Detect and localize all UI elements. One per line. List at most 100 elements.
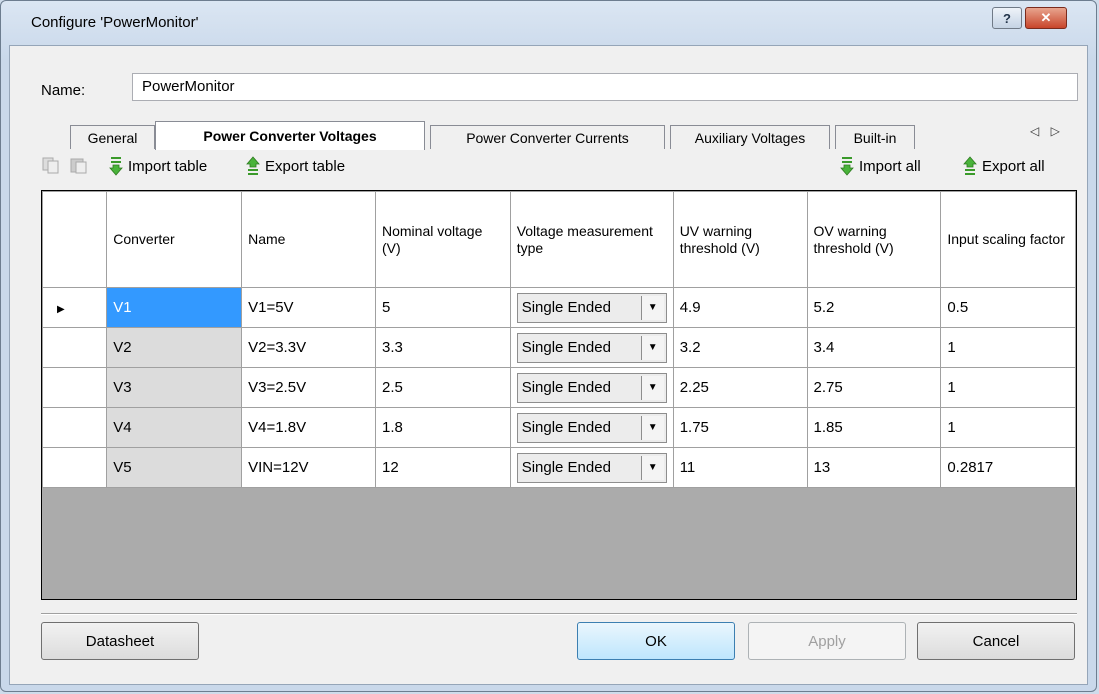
converter-cell[interactable]: V3 xyxy=(106,367,243,408)
chevron-down-icon[interactable]: ▼ xyxy=(640,375,664,400)
voltages-grid[interactable]: Converter Name Nominal voltage (V) Volta… xyxy=(41,190,1077,600)
row-header-current[interactable]: ▶ xyxy=(42,287,108,328)
meas-type-dropdown[interactable]: Single Ended ▼ xyxy=(516,292,667,323)
export-table-button[interactable]: Export table xyxy=(246,156,345,176)
title-bar: Configure 'PowerMonitor' ? ✕ xyxy=(1,1,1096,45)
nominal-cell[interactable]: 3.3 xyxy=(374,327,511,368)
table-row[interactable]: ▶ V1 V1=5V 5 Single Ended ▼ 4.9 5.2 0.5 xyxy=(42,287,1076,328)
ov-cell[interactable]: 5.2 xyxy=(806,287,942,328)
meas-type-cell[interactable]: Single Ended ▼ xyxy=(509,407,674,448)
col-header-nominal[interactable]: Nominal voltage (V) xyxy=(374,191,511,288)
meas-type-dropdown[interactable]: Single Ended ▼ xyxy=(516,332,667,363)
table-row[interactable]: V2 V2=3.3V 3.3 Single Ended ▼ 3.2 3.4 1 xyxy=(42,327,1076,368)
copy-button[interactable] xyxy=(41,156,61,174)
datasheet-button[interactable]: Datasheet xyxy=(41,622,199,660)
paste-button[interactable] xyxy=(69,156,89,174)
table-row[interactable]: V5 VIN=12V 12 Single Ended ▼ 11 13 0.2817 xyxy=(42,447,1076,488)
cancel-button[interactable]: Cancel xyxy=(917,622,1075,660)
meas-type-value: Single Ended xyxy=(521,459,611,476)
export-arrow-icon xyxy=(246,156,260,175)
uv-cell[interactable]: 3.2 xyxy=(672,327,808,368)
name-label: Name: xyxy=(41,82,86,99)
uv-cell[interactable]: 4.9 xyxy=(672,287,808,328)
close-button[interactable]: ✕ xyxy=(1025,7,1067,29)
export-all-label: Export all xyxy=(982,157,1045,175)
nominal-cell[interactable]: 12 xyxy=(374,447,511,488)
meas-type-cell[interactable]: Single Ended ▼ xyxy=(509,367,674,408)
meas-type-value: Single Ended xyxy=(521,299,611,316)
meas-type-value: Single Ended xyxy=(521,339,611,356)
name-cell[interactable]: V4=1.8V xyxy=(241,407,376,448)
converter-cell[interactable]: V4 xyxy=(106,407,243,448)
converter-cell[interactable]: V2 xyxy=(106,327,243,368)
meas-type-dropdown[interactable]: Single Ended ▼ xyxy=(516,452,667,483)
scaling-cell[interactable]: 1 xyxy=(940,367,1076,408)
col-header-converter[interactable]: Converter xyxy=(106,191,243,288)
name-cell[interactable]: V1=5V xyxy=(241,287,376,328)
table-row[interactable]: V4 V4=1.8V 1.8 Single Ended ▼ 1.75 1.85 1 xyxy=(42,407,1076,448)
tab-general[interactable]: General xyxy=(70,125,155,149)
apply-button[interactable]: Apply xyxy=(748,622,906,660)
import-all-button[interactable]: Import all xyxy=(840,156,921,176)
export-table-label: Export table xyxy=(265,157,346,175)
nominal-cell[interactable]: 5 xyxy=(374,287,511,328)
nominal-cell[interactable]: 1.8 xyxy=(374,407,511,448)
meas-type-value: Single Ended xyxy=(521,379,611,396)
col-header-uv[interactable]: UV warning threshold (V) xyxy=(672,191,808,288)
export-all-arrow-icon xyxy=(963,156,977,175)
meas-type-cell[interactable]: Single Ended ▼ xyxy=(509,327,674,368)
name-cell[interactable]: V3=2.5V xyxy=(241,367,376,408)
tab-power-converter-voltages[interactable]: Power Converter Voltages xyxy=(155,121,425,150)
ok-button[interactable]: OK xyxy=(577,622,735,660)
tab-scroll-arrows[interactable]: ◁ ▷ xyxy=(1030,124,1064,138)
meas-type-dropdown[interactable]: Single Ended ▼ xyxy=(516,372,667,403)
table-row[interactable]: V3 V3=2.5V 2.5 Single Ended ▼ 2.25 2.75 1 xyxy=(42,367,1076,408)
name-cell[interactable]: V2=3.3V xyxy=(241,327,376,368)
uv-cell[interactable]: 11 xyxy=(672,447,808,488)
scaling-cell[interactable]: 1 xyxy=(940,407,1076,448)
corner-header xyxy=(42,191,108,288)
uv-cell[interactable]: 1.75 xyxy=(672,407,808,448)
scaling-cell[interactable]: 1 xyxy=(940,327,1076,368)
tab-power-converter-currents[interactable]: Power Converter Currents xyxy=(430,125,665,149)
ov-cell[interactable]: 13 xyxy=(806,447,942,488)
col-header-ov[interactable]: OV warning threshold (V) xyxy=(806,191,942,288)
meas-type-dropdown[interactable]: Single Ended ▼ xyxy=(516,412,667,443)
col-header-scaling[interactable]: Input scaling factor xyxy=(940,191,1076,288)
toolbar: Import table Export table Import all Exp… xyxy=(41,152,1081,186)
import-table-button[interactable]: Import table xyxy=(109,156,207,176)
ov-cell[interactable]: 3.4 xyxy=(806,327,942,368)
ov-cell[interactable]: 2.75 xyxy=(806,367,942,408)
name-cell[interactable]: VIN=12V xyxy=(241,447,376,488)
converter-cell[interactable]: V1 xyxy=(106,287,243,328)
chevron-down-icon[interactable]: ▼ xyxy=(640,455,664,480)
row-header[interactable] xyxy=(42,407,108,448)
col-header-name[interactable]: Name xyxy=(241,191,376,288)
name-input[interactable]: PowerMonitor xyxy=(132,73,1078,101)
tab-auxiliary-voltages[interactable]: Auxiliary Voltages xyxy=(670,125,830,149)
help-button[interactable]: ? xyxy=(992,7,1022,29)
chevron-down-icon[interactable]: ▼ xyxy=(640,415,664,440)
ov-cell[interactable]: 1.85 xyxy=(806,407,942,448)
col-header-meas-type[interactable]: Voltage measurement type xyxy=(509,191,674,288)
meas-type-cell[interactable]: Single Ended ▼ xyxy=(509,287,674,328)
chevron-down-icon[interactable]: ▼ xyxy=(640,335,664,360)
current-row-icon: ▶ xyxy=(57,304,65,315)
nominal-cell[interactable]: 2.5 xyxy=(374,367,511,408)
row-header[interactable] xyxy=(42,367,108,408)
divider xyxy=(41,613,1077,615)
scaling-cell[interactable]: 0.5 xyxy=(940,287,1076,328)
close-icon: ✕ xyxy=(1040,10,1052,25)
scaling-cell[interactable]: 0.2817 xyxy=(940,447,1076,488)
converter-cell[interactable]: V5 xyxy=(106,447,243,488)
row-header[interactable] xyxy=(42,447,108,488)
meas-type-cell[interactable]: Single Ended ▼ xyxy=(509,447,674,488)
header-row: Converter Name Nominal voltage (V) Volta… xyxy=(42,191,1076,288)
export-all-button[interactable]: Export all xyxy=(963,156,1045,176)
chevron-down-icon[interactable]: ▼ xyxy=(640,295,664,320)
dialog-client-area: Name: PowerMonitor General Power Convert… xyxy=(9,45,1088,685)
configure-dialog: Configure 'PowerMonitor' ? ✕ Name: Power… xyxy=(0,0,1097,692)
uv-cell[interactable]: 2.25 xyxy=(672,367,808,408)
tab-built-in[interactable]: Built-in xyxy=(835,125,915,149)
row-header[interactable] xyxy=(42,327,108,368)
